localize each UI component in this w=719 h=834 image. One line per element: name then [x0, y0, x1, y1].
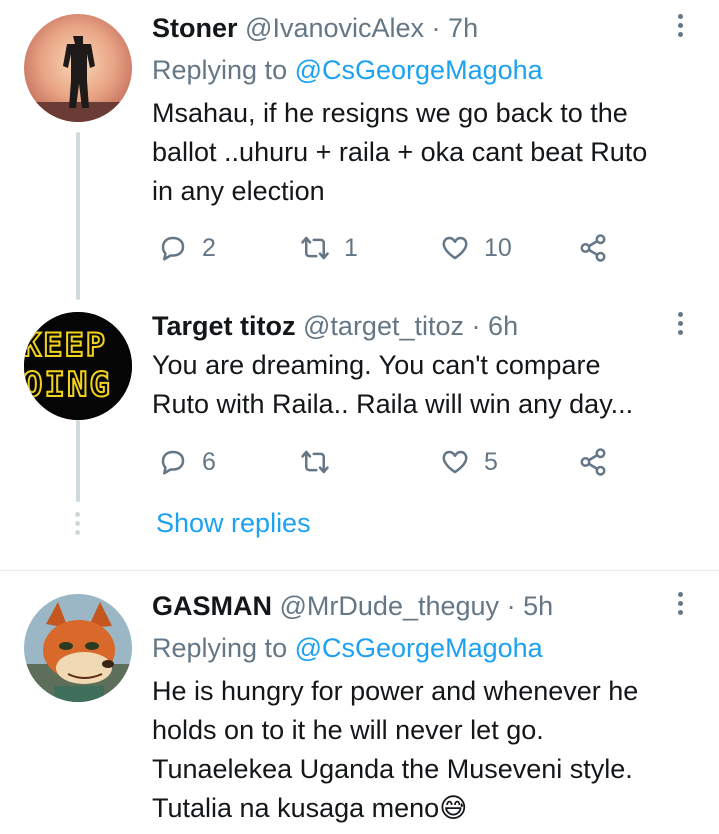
like-icon [442, 236, 468, 260]
like-icon [442, 450, 468, 474]
author-handle[interactable]: @IvanovicAlex [245, 13, 424, 43]
avatar-text-top: KEEP [24, 326, 107, 364]
text-line: He is hungry for power and whenever he [152, 676, 639, 706]
mention-link[interactable]: @CsGeorgeMagoha [295, 55, 543, 85]
share-button[interactable] [578, 442, 608, 482]
retweet-button[interactable] [300, 442, 344, 482]
retweet-button[interactable]: 1 [300, 228, 358, 268]
avatar[interactable]: KEEP OING [24, 312, 132, 420]
avatar[interactable] [24, 594, 132, 702]
text-line: Tutalia na kusaga meno [152, 793, 440, 823]
like-count: 5 [484, 447, 498, 476]
more-icon[interactable] [672, 14, 688, 44]
separator-dot: · [471, 311, 481, 341]
reply-button[interactable]: 2 [158, 228, 216, 268]
separator-dot: · [506, 591, 516, 621]
tweet-header: Target titoz @target_titoz · 6h [152, 310, 518, 342]
tweet-text: Msahau, if he resigns we go back to the … [152, 94, 702, 211]
share-button[interactable] [578, 228, 608, 268]
timestamp[interactable]: 5h [523, 591, 553, 621]
timestamp[interactable]: 6h [488, 311, 518, 341]
text-line: ballot ..uhuru + raila + oka cant beat R… [152, 137, 648, 167]
thread-dots [75, 512, 81, 539]
divider [0, 570, 719, 571]
show-replies-link[interactable]: Show replies [156, 508, 311, 539]
text-line: Tunaelekea Uganda the Museveni style. [152, 754, 633, 784]
separator-dot: · [431, 13, 441, 43]
sweat-smile-emoji: 😅 [439, 793, 468, 823]
reply-count: 6 [202, 447, 216, 476]
retweet-count: 1 [344, 233, 358, 262]
share-icon [580, 448, 606, 476]
avatar[interactable] [24, 14, 132, 122]
text-line-with-emoji: Tutalia na kusaga meno😅 [152, 789, 702, 828]
timestamp[interactable]: 7h [448, 13, 478, 43]
text-line: Ruto with Raila.. Raila will win any day… [152, 389, 634, 419]
mention-link[interactable]: @CsGeorgeMagoha [295, 633, 543, 663]
avatar-text-bottom: OING [24, 365, 112, 405]
thread-line [76, 420, 80, 502]
thread-line [76, 132, 80, 300]
reply-button[interactable]: 6 [158, 442, 216, 482]
replying-prefix: Replying to [152, 633, 288, 663]
tweet-header: Stoner @IvanovicAlex · 7h [152, 12, 478, 44]
more-icon[interactable] [672, 312, 688, 342]
reply-icon [161, 236, 185, 261]
author-name[interactable]: Target titoz [152, 311, 296, 341]
author-name[interactable]: GASMAN [152, 591, 272, 621]
author-handle[interactable]: @target_titoz [303, 311, 464, 341]
more-icon[interactable] [672, 592, 688, 622]
retweet-icon [301, 236, 329, 260]
share-icon [580, 234, 606, 262]
tweet-header: GASMAN @MrDude_theguy · 5h [152, 590, 553, 622]
text-line: holds on to it he will never let go. [152, 715, 544, 745]
like-button[interactable]: 5 [440, 442, 498, 482]
retweet-icon [301, 450, 329, 474]
tweet-actions: 2 1 10 [152, 228, 652, 268]
tweet-actions: 6 5 [152, 442, 652, 482]
replying-prefix: Replying to [152, 55, 288, 85]
tweet-text: You are dreaming. You can't compare Ruto… [152, 346, 702, 424]
reply-icon [161, 450, 185, 475]
replying-to: Replying to @CsGeorgeMagoha [152, 632, 543, 664]
like-button[interactable]: 10 [440, 228, 512, 268]
replying-to: Replying to @CsGeorgeMagoha [152, 54, 543, 86]
like-count: 10 [484, 233, 512, 262]
text-line: in any election [152, 176, 325, 206]
tweet-text: He is hungry for power and whenever he h… [152, 672, 702, 828]
author-name[interactable]: Stoner [152, 13, 238, 43]
text-line: Msahau, if he resigns we go back to the [152, 98, 628, 128]
text-line: You are dreaming. You can't compare [152, 350, 601, 380]
reply-count: 2 [202, 233, 216, 262]
author-handle[interactable]: @MrDude_theguy [280, 591, 500, 621]
